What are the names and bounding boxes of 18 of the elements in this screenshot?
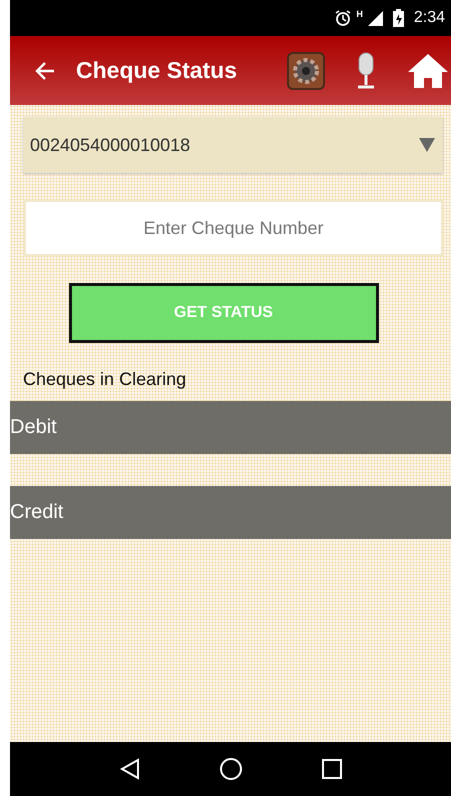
clock-time: 2:34 [414, 9, 445, 27]
clearing-section-header[interactable]: Credit [10, 486, 451, 539]
home-circle-icon[interactable] [219, 757, 244, 781]
section-title: Cheques in Clearing [23, 369, 188, 390]
gear-icon[interactable] [287, 52, 325, 90]
home-icon[interactable] [407, 52, 449, 90]
cheque-number-field[interactable]: Enter Cheque Number [24, 200, 443, 256]
screen-title: Cheque Status [76, 57, 238, 84]
battery-charging-icon [392, 9, 404, 27]
dropdown-arrow-icon [419, 138, 435, 152]
recents-icon[interactable] [322, 759, 342, 779]
account-dropdown[interactable]: 0024054000010018 [23, 117, 443, 173]
alarm-icon [334, 9, 352, 27]
network-type-label: H [356, 9, 363, 19]
clearing-section-header[interactable]: Debit [10, 401, 451, 454]
back-arrow-icon[interactable] [34, 60, 56, 82]
signal-icon [366, 10, 383, 26]
back-icon[interactable] [119, 758, 142, 780]
